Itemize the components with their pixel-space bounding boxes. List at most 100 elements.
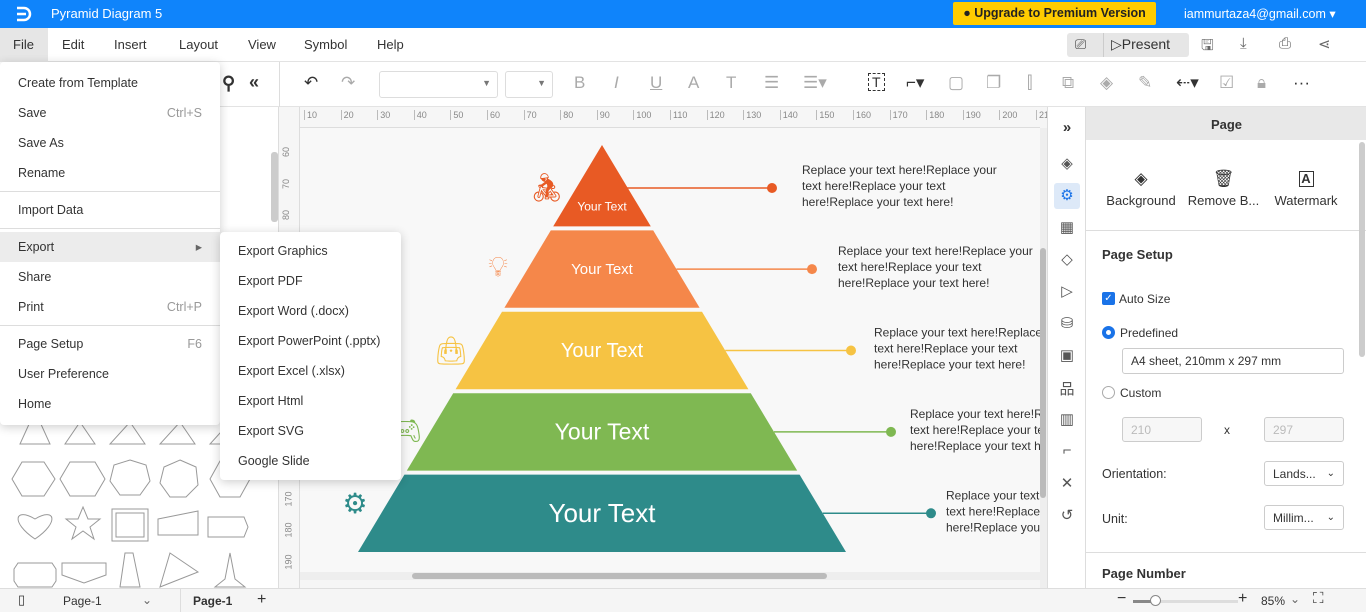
description-text[interactable]: Replace your text here!Replace your bbox=[874, 326, 1069, 340]
edit-shape-icon[interactable]: ☑ bbox=[1219, 73, 1234, 93]
menu-symbol[interactable]: Symbol bbox=[291, 28, 360, 62]
chevron-down-icon[interactable]: ⌄ bbox=[142, 593, 152, 607]
connector-dot[interactable] bbox=[807, 264, 817, 275]
fill-style-icon[interactable]: ◈ bbox=[1058, 154, 1076, 172]
menu-layout[interactable]: Layout bbox=[166, 28, 231, 62]
background-button[interactable]: ◈ Background bbox=[1096, 169, 1186, 208]
group-icon[interactable]: ⧉ bbox=[1062, 73, 1074, 93]
download-icon[interactable]: ⤓ bbox=[1240, 35, 1247, 52]
zoom-out-icon[interactable]: − bbox=[1117, 590, 1126, 608]
image-icon[interactable]: ▣ bbox=[1058, 346, 1076, 364]
format-icon[interactable]: ⌐ bbox=[1058, 442, 1076, 460]
expand-right-icon[interactable]: » bbox=[1058, 119, 1076, 137]
pyramid-diagram[interactable]: Your Text Replace your text here!Replace … bbox=[300, 128, 1141, 580]
menu-view[interactable]: View bbox=[235, 28, 289, 62]
pyramid-level-label[interactable]: Your Text bbox=[555, 419, 650, 445]
redo-icon[interactable]: ↷ bbox=[341, 73, 355, 93]
menu-item-export-1[interactable]: Export PDF bbox=[220, 266, 401, 296]
page-tab[interactable]: Page-1 bbox=[193, 594, 232, 608]
vertical-scrollbar[interactable] bbox=[1040, 248, 1046, 498]
page-select[interactable]: Page-1 bbox=[63, 594, 102, 608]
lock-icon[interactable]: 🔒︎ bbox=[1257, 73, 1266, 93]
slideshow-icon[interactable]: ⎚ bbox=[1075, 36, 1086, 53]
menu-item-save-as[interactable]: Save As bbox=[0, 128, 220, 158]
menu-item-export-3[interactable]: Export PowerPoint (.pptx) bbox=[220, 326, 401, 356]
page-view-icon[interactable]: ▯ bbox=[18, 592, 25, 608]
connector-dot[interactable] bbox=[767, 183, 777, 193]
pyramid-level-label[interactable]: Your Text bbox=[571, 261, 634, 278]
menu-item-home[interactable]: Home bbox=[0, 389, 220, 419]
collapse-left-icon[interactable]: « bbox=[249, 72, 259, 93]
predefined-radio[interactable] bbox=[1102, 326, 1115, 339]
watermark-button[interactable]: A Watermark bbox=[1266, 169, 1346, 208]
search-icon[interactable]: ⚲ bbox=[222, 73, 235, 94]
bring-front-icon[interactable]: ▢ bbox=[948, 73, 964, 93]
description-text[interactable]: text here!Replace your text bbox=[946, 504, 1090, 518]
present-button[interactable]: ▷Present bbox=[1111, 36, 1170, 53]
font-size-select[interactable]: ▼ bbox=[505, 71, 553, 98]
zoom-level[interactable]: 85% bbox=[1261, 594, 1285, 608]
connector-dot[interactable] bbox=[926, 508, 936, 519]
horizontal-scrollbar[interactable] bbox=[412, 573, 827, 579]
orientation-select[interactable]: Lands... ⌄ bbox=[1264, 461, 1344, 486]
grid-icon[interactable]: ▦ bbox=[1058, 218, 1076, 236]
line-style-icon[interactable]: ⇠▾ bbox=[1176, 73, 1199, 93]
description-text[interactable]: Replace your text here!Replace your bbox=[802, 163, 997, 177]
menu-item-export-4[interactable]: Export Excel (.xlsx) bbox=[220, 356, 401, 386]
description-text[interactable]: text here!Replace your text bbox=[910, 423, 1054, 437]
font-color-icon[interactable]: A bbox=[688, 73, 699, 93]
menu-insert[interactable]: Insert bbox=[101, 28, 160, 62]
auto-size-checkbox[interactable]: ✓ bbox=[1102, 292, 1115, 305]
italic-icon[interactable]: I bbox=[614, 73, 619, 93]
custom-radio[interactable] bbox=[1102, 386, 1115, 399]
menu-item-share[interactable]: Share bbox=[0, 262, 220, 292]
pyramid-level-label[interactable]: Your Text bbox=[561, 340, 644, 362]
connector-icon[interactable]: ⌐▾ bbox=[906, 73, 924, 93]
org-chart-icon[interactable]: 品 bbox=[1058, 378, 1076, 398]
menu-item-export-0[interactable]: Export Graphics bbox=[220, 236, 401, 266]
connector-dot[interactable] bbox=[886, 426, 896, 437]
font-family-select[interactable]: ▼ bbox=[379, 71, 498, 98]
bold-icon[interactable]: B bbox=[574, 73, 585, 93]
zoom-slider-handle[interactable] bbox=[1150, 595, 1161, 606]
upgrade-button[interactable]: ● Upgrade to Premium Version bbox=[953, 2, 1156, 25]
width-input[interactable]: 210 bbox=[1122, 417, 1202, 442]
description-text[interactable]: text here!Replace your text bbox=[802, 179, 946, 193]
shuffle-icon[interactable]: ✕ bbox=[1058, 474, 1076, 492]
paper-size-select[interactable]: A4 sheet, 210mm x 297 mm bbox=[1122, 348, 1344, 374]
page-settings-icon[interactable]: ⚙ bbox=[1054, 183, 1080, 209]
pyramid-level-label[interactable]: Your Text bbox=[549, 498, 657, 528]
underline-icon[interactable]: U bbox=[650, 73, 662, 93]
print-icon[interactable]: ⎙ bbox=[1279, 35, 1291, 52]
pyramid-level-1[interactable] bbox=[553, 145, 651, 227]
canvas[interactable]: Your Text Replace your text here!Replace … bbox=[300, 128, 1141, 580]
menu-item-export-6[interactable]: Export SVG bbox=[220, 416, 401, 446]
description-text[interactable]: here!Replace your text here! bbox=[802, 195, 953, 209]
height-input[interactable]: 297 bbox=[1264, 417, 1344, 442]
description-text[interactable]: Replace your text here!Replace your bbox=[838, 244, 1033, 258]
description-text[interactable]: Replace your text here!Replace your bbox=[910, 407, 1105, 421]
zoom-in-icon[interactable]: + bbox=[1238, 590, 1247, 608]
description-text[interactable]: here!Replace your text here! bbox=[946, 520, 1097, 534]
remove-background-button[interactable]: 🗑︎ Remove B... bbox=[1181, 169, 1266, 208]
menu-edit[interactable]: Edit bbox=[49, 28, 97, 62]
menu-item-export-2[interactable]: Export Word (.docx) bbox=[220, 296, 401, 326]
right-panel-scrollbar[interactable] bbox=[1359, 142, 1365, 357]
menu-item-export[interactable]: Export ▸ bbox=[0, 232, 220, 262]
menu-item-import-data[interactable]: Import Data bbox=[0, 195, 220, 225]
data-icon[interactable]: ⛁ bbox=[1058, 314, 1076, 332]
menu-file[interactable]: File bbox=[0, 28, 48, 62]
align-icon[interactable]: ☰ bbox=[764, 73, 779, 93]
line-color-icon[interactable]: ✎ bbox=[1138, 73, 1152, 93]
add-page-icon[interactable]: + bbox=[257, 591, 266, 609]
undo-icon[interactable]: ↶ bbox=[304, 73, 318, 93]
description-text[interactable]: here!Replace your text here! bbox=[838, 276, 989, 290]
user-account-menu[interactable]: iammurtaza4@gmail.com ▾ bbox=[1184, 6, 1336, 21]
menu-item-save[interactable]: Save Ctrl+S bbox=[0, 98, 220, 128]
menu-item-create-from-template[interactable]: Create from Template bbox=[0, 68, 220, 98]
more-icon[interactable]: ··· bbox=[1293, 73, 1310, 93]
zoom-chevron-icon[interactable]: ⌄ bbox=[1290, 592, 1300, 606]
align-left-icon[interactable]: ⫿ bbox=[1027, 73, 1032, 93]
menu-item-export-7[interactable]: Google Slide bbox=[220, 446, 401, 476]
menu-item-rename[interactable]: Rename bbox=[0, 158, 220, 188]
